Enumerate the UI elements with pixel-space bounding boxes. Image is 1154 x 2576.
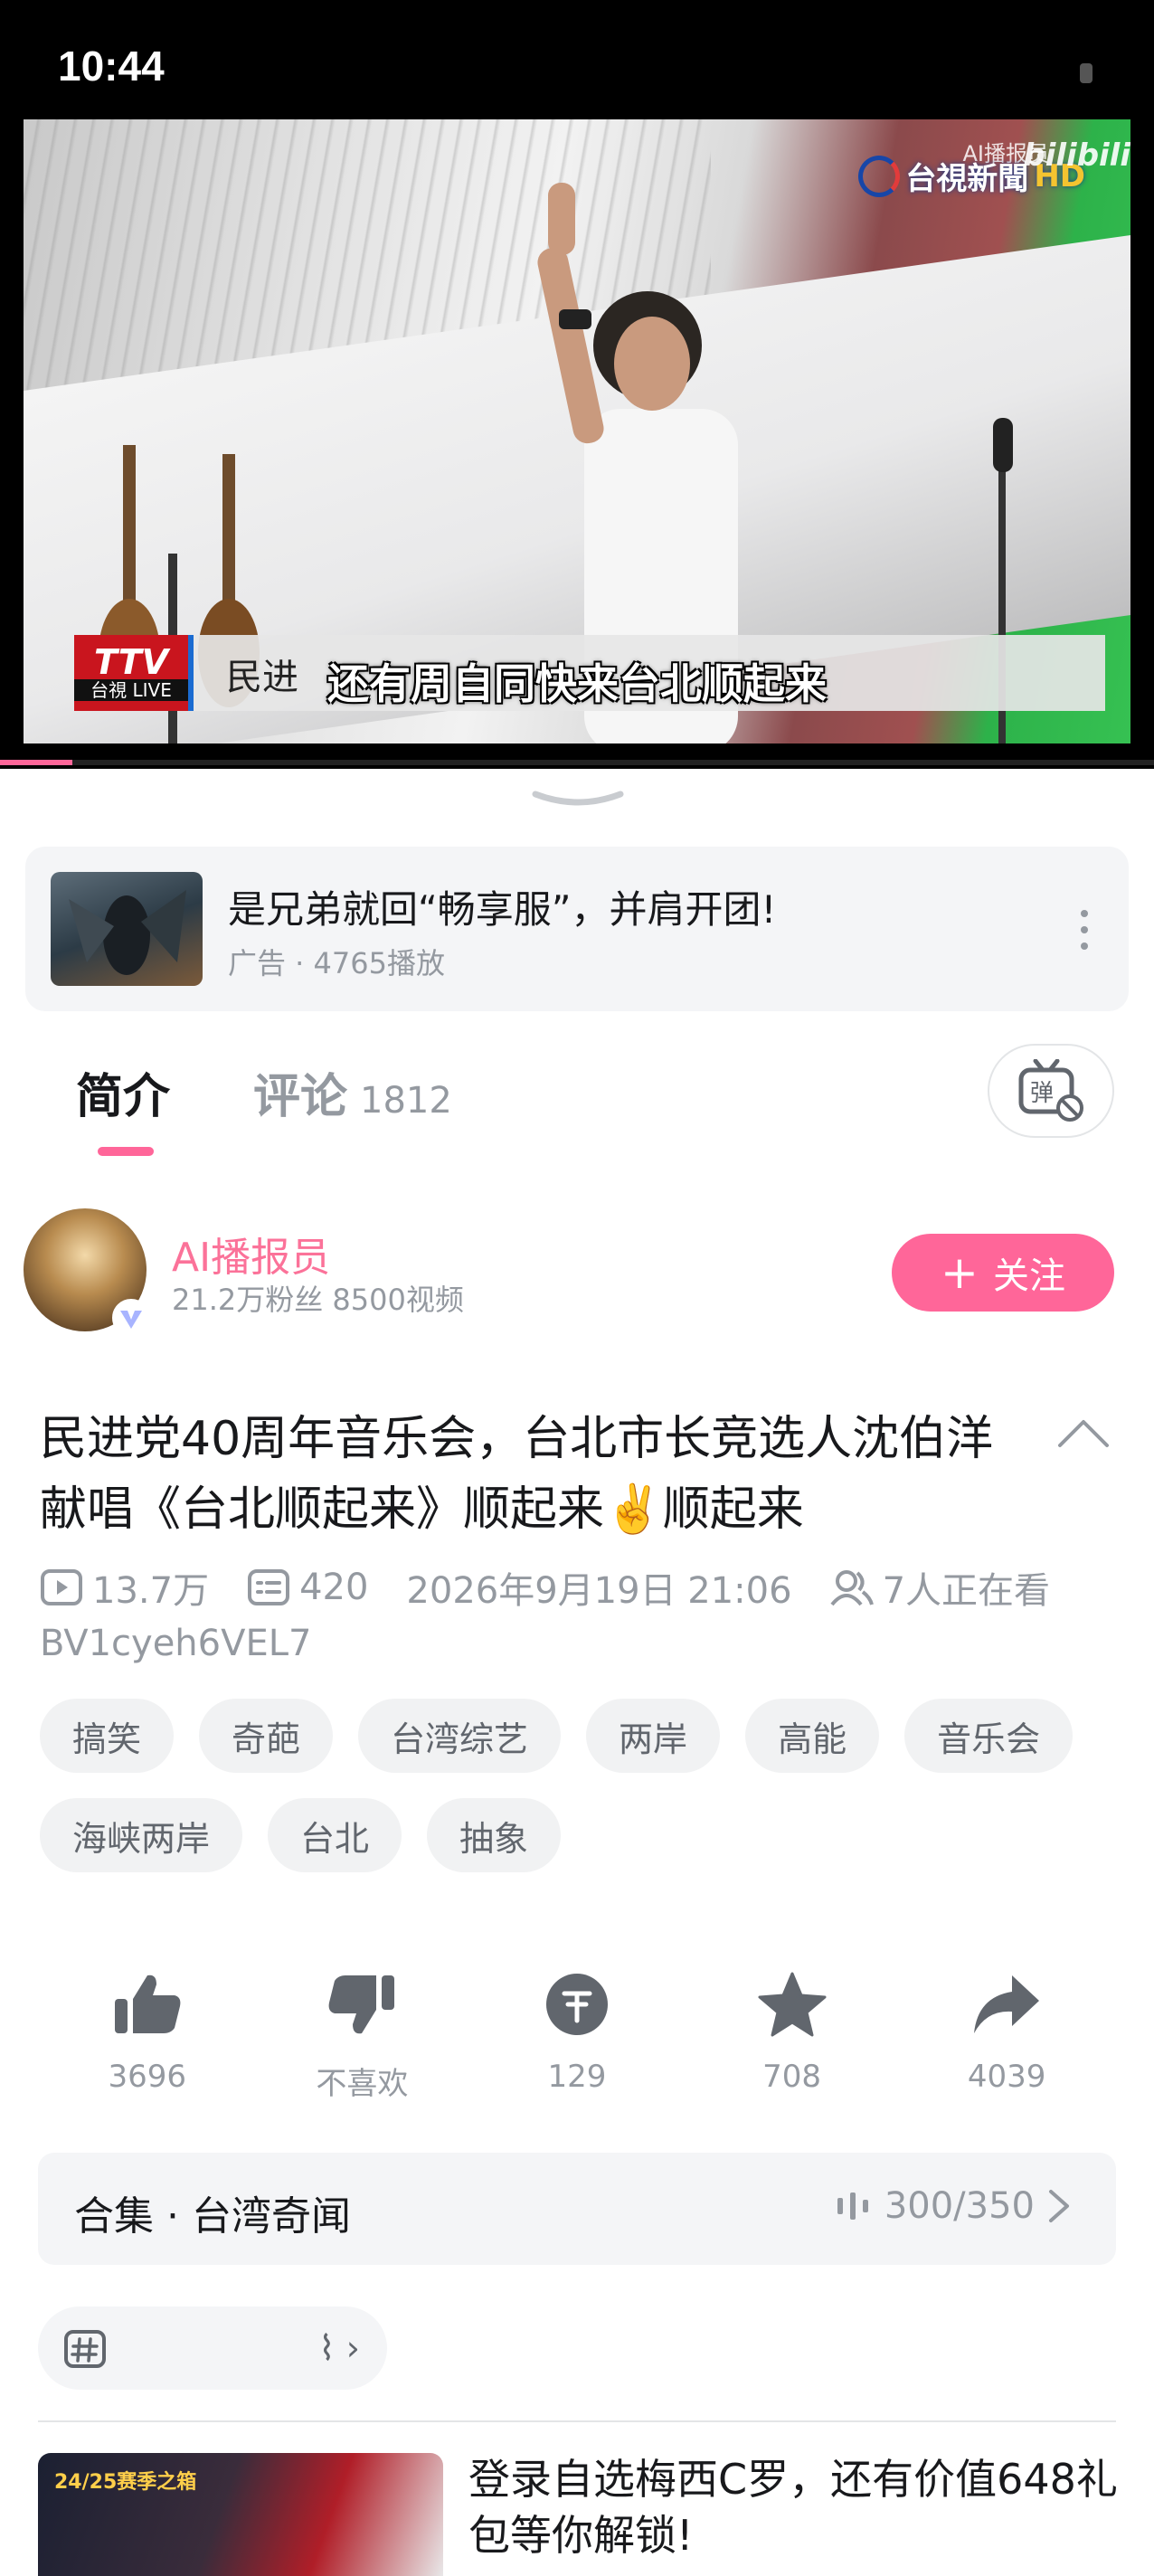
follow-button[interactable]: + 关注 <box>892 1234 1114 1312</box>
sheet-collapse-handle-icon[interactable] <box>530 789 626 809</box>
station-ring-icon <box>858 155 901 197</box>
video-frame[interactable]: AI播报员 台視新聞 HD bilibili TTV 台視 LIVE 民进 还有… <box>24 119 1130 743</box>
favorite-count: 708 <box>762 2059 822 2095</box>
collection-title: 合集 · 台湾奇闻 <box>74 2193 351 2240</box>
tag-chip[interactable]: 抽象 <box>427 1798 562 1872</box>
tag-chip[interactable]: 搞笑 <box>40 1699 175 1773</box>
status-time: 10:44 <box>58 43 165 90</box>
video-subtitle: 还有周自同快来台北顺起来 <box>327 659 827 708</box>
thumbs-down-icon <box>328 1975 395 2034</box>
share-button[interactable]: 4039 <box>916 1972 1097 2103</box>
video-bvid: BV1cyeh6VEL7 <box>40 1623 312 1664</box>
danmaku-off-icon: 弹 <box>1018 1059 1083 1122</box>
thumbs-up-icon <box>114 1975 181 2033</box>
tag-chip[interactable]: 台北 <box>268 1798 402 1872</box>
dislike-button[interactable]: 不喜欢 <box>271 1972 452 2103</box>
tag-chip[interactable]: 海峡两岸 <box>40 1798 243 1872</box>
collapse-description-chevron-up-icon[interactable] <box>1056 1416 1111 1449</box>
playback-progress-fill <box>0 760 73 765</box>
comment-count: 1812 <box>360 1080 452 1122</box>
topic-chevron-icon: ⌇ › <box>318 2328 360 2368</box>
video-player[interactable]: AI播报员 台視新聞 HD bilibili TTV 台視 LIVE 民进 还有… <box>0 119 1154 769</box>
coin-count: 129 <box>547 2059 607 2095</box>
ad-more-options-icon[interactable] <box>1080 910 1089 950</box>
playback-progress-bar[interactable] <box>0 760 1154 765</box>
recommended-thumbnail[interactable]: 24/25赛季之箱 <box>38 2453 443 2576</box>
tag-chip[interactable]: 音乐会 <box>904 1699 1074 1773</box>
recommended-thumb-text: 24/25赛季之箱 <box>54 2471 197 2494</box>
station-name: 台視新聞 <box>905 161 1029 197</box>
ad-meta: 广告 · 4765播放 <box>228 946 445 980</box>
tag-chip[interactable]: 高能 <box>745 1699 880 1773</box>
tag-chip[interactable]: 台湾综艺 <box>358 1699 562 1773</box>
dislike-label: 不喜欢 <box>316 2066 409 2102</box>
play-count-icon <box>41 1569 82 1605</box>
ad-card[interactable]: 是兄弟就回“畅享服”，并肩开团! 广告 · 4765播放 <box>25 847 1129 1011</box>
tag-list: 搞笑 奇葩 台湾综艺 两岸 高能 音乐会 海峡两岸 台北 抽象 <box>40 1699 1125 1872</box>
tab-comments[interactable]: 评论 1812 <box>253 1058 452 1126</box>
status-bar: 10:44 <box>0 0 1154 119</box>
active-tab-indicator <box>98 1147 154 1156</box>
danmaku-count-icon <box>248 1569 290 1605</box>
section-divider <box>38 2420 1116 2422</box>
coin-button[interactable]: 129 <box>487 1972 667 2103</box>
tag-chip[interactable]: 奇葩 <box>199 1699 334 1773</box>
coin-icon <box>545 1974 608 2035</box>
action-bar: 3696 不喜欢 129 708 4039 <box>40 1972 1114 2103</box>
favorite-button[interactable]: 708 <box>702 1972 883 2103</box>
collection-progress: 300/350 <box>836 2185 1071 2227</box>
topic-pill[interactable]: ⌇ › <box>38 2306 387 2390</box>
follow-label: 关注 <box>992 1255 1065 1297</box>
like-button[interactable]: 3696 <box>57 1972 238 2103</box>
collection-card[interactable]: 合集 · 台湾奇闻 300/350 <box>38 2153 1116 2265</box>
share-icon <box>974 1975 1040 2033</box>
star-icon <box>758 1972 827 2037</box>
tag-chip[interactable]: 两岸 <box>586 1699 721 1773</box>
camera-indicator-icon <box>1080 63 1093 83</box>
uploader-stats: 21.2万粉丝 8500视频 <box>172 1283 464 1317</box>
ad-title: 是兄弟就回“畅享服”，并肩开团! <box>228 887 777 932</box>
publish-date: 2026年9月19日 21:06 <box>406 1570 792 1612</box>
danmaku-toggle-button[interactable]: 弹 <box>988 1044 1114 1138</box>
share-count: 4039 <box>967 2059 1046 2095</box>
video-detail-sheet: 是兄弟就回“畅享服”，并肩开团! 广告 · 4765播放 简介 评论 1812 弹… <box>0 769 1154 2576</box>
watching-now: 7人正在看 <box>882 1570 1051 1612</box>
verified-badge-icon <box>112 1299 150 1337</box>
site-watermark: bilibili <box>1023 137 1130 174</box>
playlist-bars-icon <box>837 2192 868 2220</box>
video-meta-row: 13.7万 420 2026年9月19日 21:06 7人正在看 <box>40 1561 1050 1614</box>
tab-intro[interactable]: 简介 <box>76 1058 170 1126</box>
viewers-icon <box>830 1570 874 1606</box>
tab-comments-label: 评论 <box>253 1070 348 1124</box>
recommended-title[interactable]: 登录自选梅西C罗，还有价值648礼包等你解锁! <box>468 2451 1120 2563</box>
ad-thumbnail <box>51 872 203 986</box>
svg-text:弹: 弹 <box>1030 1080 1054 1107</box>
view-count: 13.7万 <box>92 1570 210 1612</box>
topic-hashtag-icon <box>64 2330 106 2368</box>
danmaku-count: 420 <box>299 1567 369 1608</box>
plus-icon: + <box>941 1246 979 1299</box>
video-title: 民进党40周年音乐会，台北市长竞选人沈伯洋献唱《台北顺起来》顺起来✌️顺起来 <box>40 1412 994 1537</box>
like-count: 3696 <box>108 2059 187 2095</box>
uploader-name[interactable]: AI播报员 <box>172 1225 330 1283</box>
collection-progress-text: 300/350 <box>884 2185 1035 2227</box>
chevron-right-icon <box>1049 2190 1069 2222</box>
